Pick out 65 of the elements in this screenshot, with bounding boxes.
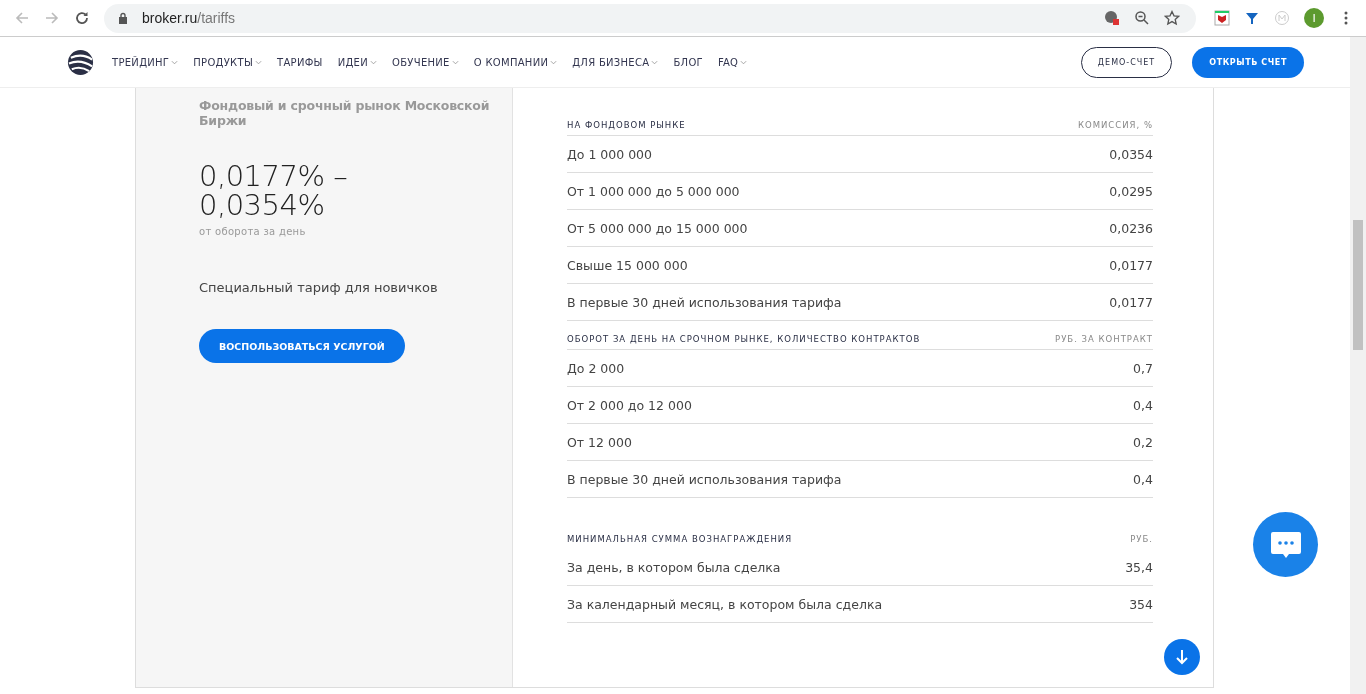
table-cell: 0,7: [1133, 360, 1153, 376]
nav-link[interactable]: ДЛЯ БИЗНЕСА: [572, 56, 659, 68]
column-heading: РУБ.: [1130, 533, 1153, 544]
chevron-down-icon: [370, 59, 377, 65]
table-cell: 0,2: [1133, 434, 1153, 450]
table-heading: НА ФОНДОВОМ РЫНКЕ: [567, 120, 686, 130]
table-heading: ОБОРОТ ЗА ДЕНЬ НА СРОЧНОМ РЫНКЕ, КОЛИЧЕСТВО КОНТРАКТОВ: [567, 334, 921, 344]
chevron-down-icon: [550, 59, 558, 65]
zoom-out-icon[interactable]: [1134, 10, 1150, 26]
chevron-down-icon: [651, 59, 659, 65]
table-cell: В первые 30 дней использования тарифа: [567, 471, 842, 487]
nav-link[interactable]: ИДЕИ: [337, 56, 377, 68]
scrollbar[interactable]: [1350, 37, 1366, 694]
chevron-down-icon: [255, 59, 262, 65]
open-account-button[interactable]: ОТКРЫТЬ СЧЕТ: [1192, 46, 1304, 78]
table-heading: МИНИМАЛЬНАЯ СУММА ВОЗНАГРАЖДЕНИЯ: [567, 533, 793, 544]
table-cell: 354: [1129, 596, 1153, 612]
table-cell: В первые 30 дней использования тарифа: [567, 294, 842, 310]
demo-account-button[interactable]: ДЕМО-СЧЕТ: [1080, 46, 1173, 78]
table-cell: 0,0236: [1109, 220, 1153, 236]
funnel-extension-icon[interactable]: [1244, 10, 1260, 26]
table-cell: За день, в котором была сделка: [567, 559, 781, 575]
chevron-down-icon: [451, 59, 459, 65]
arrow-down-icon: [1175, 649, 1189, 665]
table-cell: От 2 000 до 12 000: [567, 397, 692, 413]
table-cell: 0,0295: [1109, 183, 1153, 199]
shield-extension-icon[interactable]: [1214, 10, 1230, 26]
table-cell: От 1 000 000 до 5 000 000: [567, 183, 740, 199]
nav-link[interactable]: БЛОГ: [673, 56, 703, 68]
column-heading: КОМИССИЯ, %: [1077, 120, 1153, 130]
chevron-down-icon: [740, 59, 748, 65]
nav-link[interactable]: ТРЕЙДИНГ: [112, 56, 179, 68]
table-cell: 35,4: [1125, 559, 1153, 575]
nav-link[interactable]: ОБУЧЕНИЕ: [392, 56, 459, 68]
use-service-button[interactable]: ВОСПОЛЬЗОВАТЬСЯ УСЛУГОЙ: [199, 329, 405, 363]
table-cell: 0,0354: [1109, 146, 1153, 162]
globe-logo-icon[interactable]: [67, 48, 94, 76]
table-cell: Свыше 15 000 000: [567, 257, 688, 273]
reload-icon[interactable]: [74, 10, 90, 26]
nav-link[interactable]: ТАРИФЫ: [277, 56, 323, 68]
table-cell: 0,4: [1133, 471, 1153, 487]
table-cell: От 12 000: [567, 434, 632, 450]
table-cell: До 1 000 000: [567, 146, 652, 162]
nav-link[interactable]: О КОМПАНИИ: [473, 56, 558, 68]
cookie-blocked-icon[interactable]: [1104, 10, 1120, 26]
tariff-description: Специальный тариф для новичков: [199, 280, 438, 295]
address-bar[interactable]: broker.ru/tariffs: [104, 3, 1196, 33]
table-cell: 0,0177: [1109, 294, 1153, 310]
star-icon[interactable]: [1164, 10, 1180, 26]
table-cell: 0,0177: [1109, 257, 1153, 273]
nav-link[interactable]: ПРОДУКТЫ: [193, 56, 262, 68]
url-text: broker.ru/tariffs: [142, 10, 236, 26]
rate-range: 0,0177% – 0,0354%: [199, 162, 348, 220]
chevron-down-icon: [171, 59, 179, 65]
column-heading: РУБ. ЗА КОНТРАКТ: [1055, 334, 1153, 344]
table-cell: От 5 000 000 до 15 000 000: [567, 220, 748, 236]
rate-note: от оборота за день: [199, 226, 306, 237]
table-cell: До 2 000: [567, 360, 625, 376]
nav-link[interactable]: FAQ: [718, 56, 748, 68]
market-title: Фондовый и срочный рынок Московской Биржи: [199, 98, 491, 128]
scroll-down-button[interactable]: [1164, 639, 1200, 675]
chat-bubble-icon: [1269, 529, 1302, 560]
table-cell: За календарный месяц, в котором была сделка: [567, 596, 883, 612]
lock-icon: [118, 12, 128, 24]
table-cell: 0,4: [1133, 397, 1153, 413]
